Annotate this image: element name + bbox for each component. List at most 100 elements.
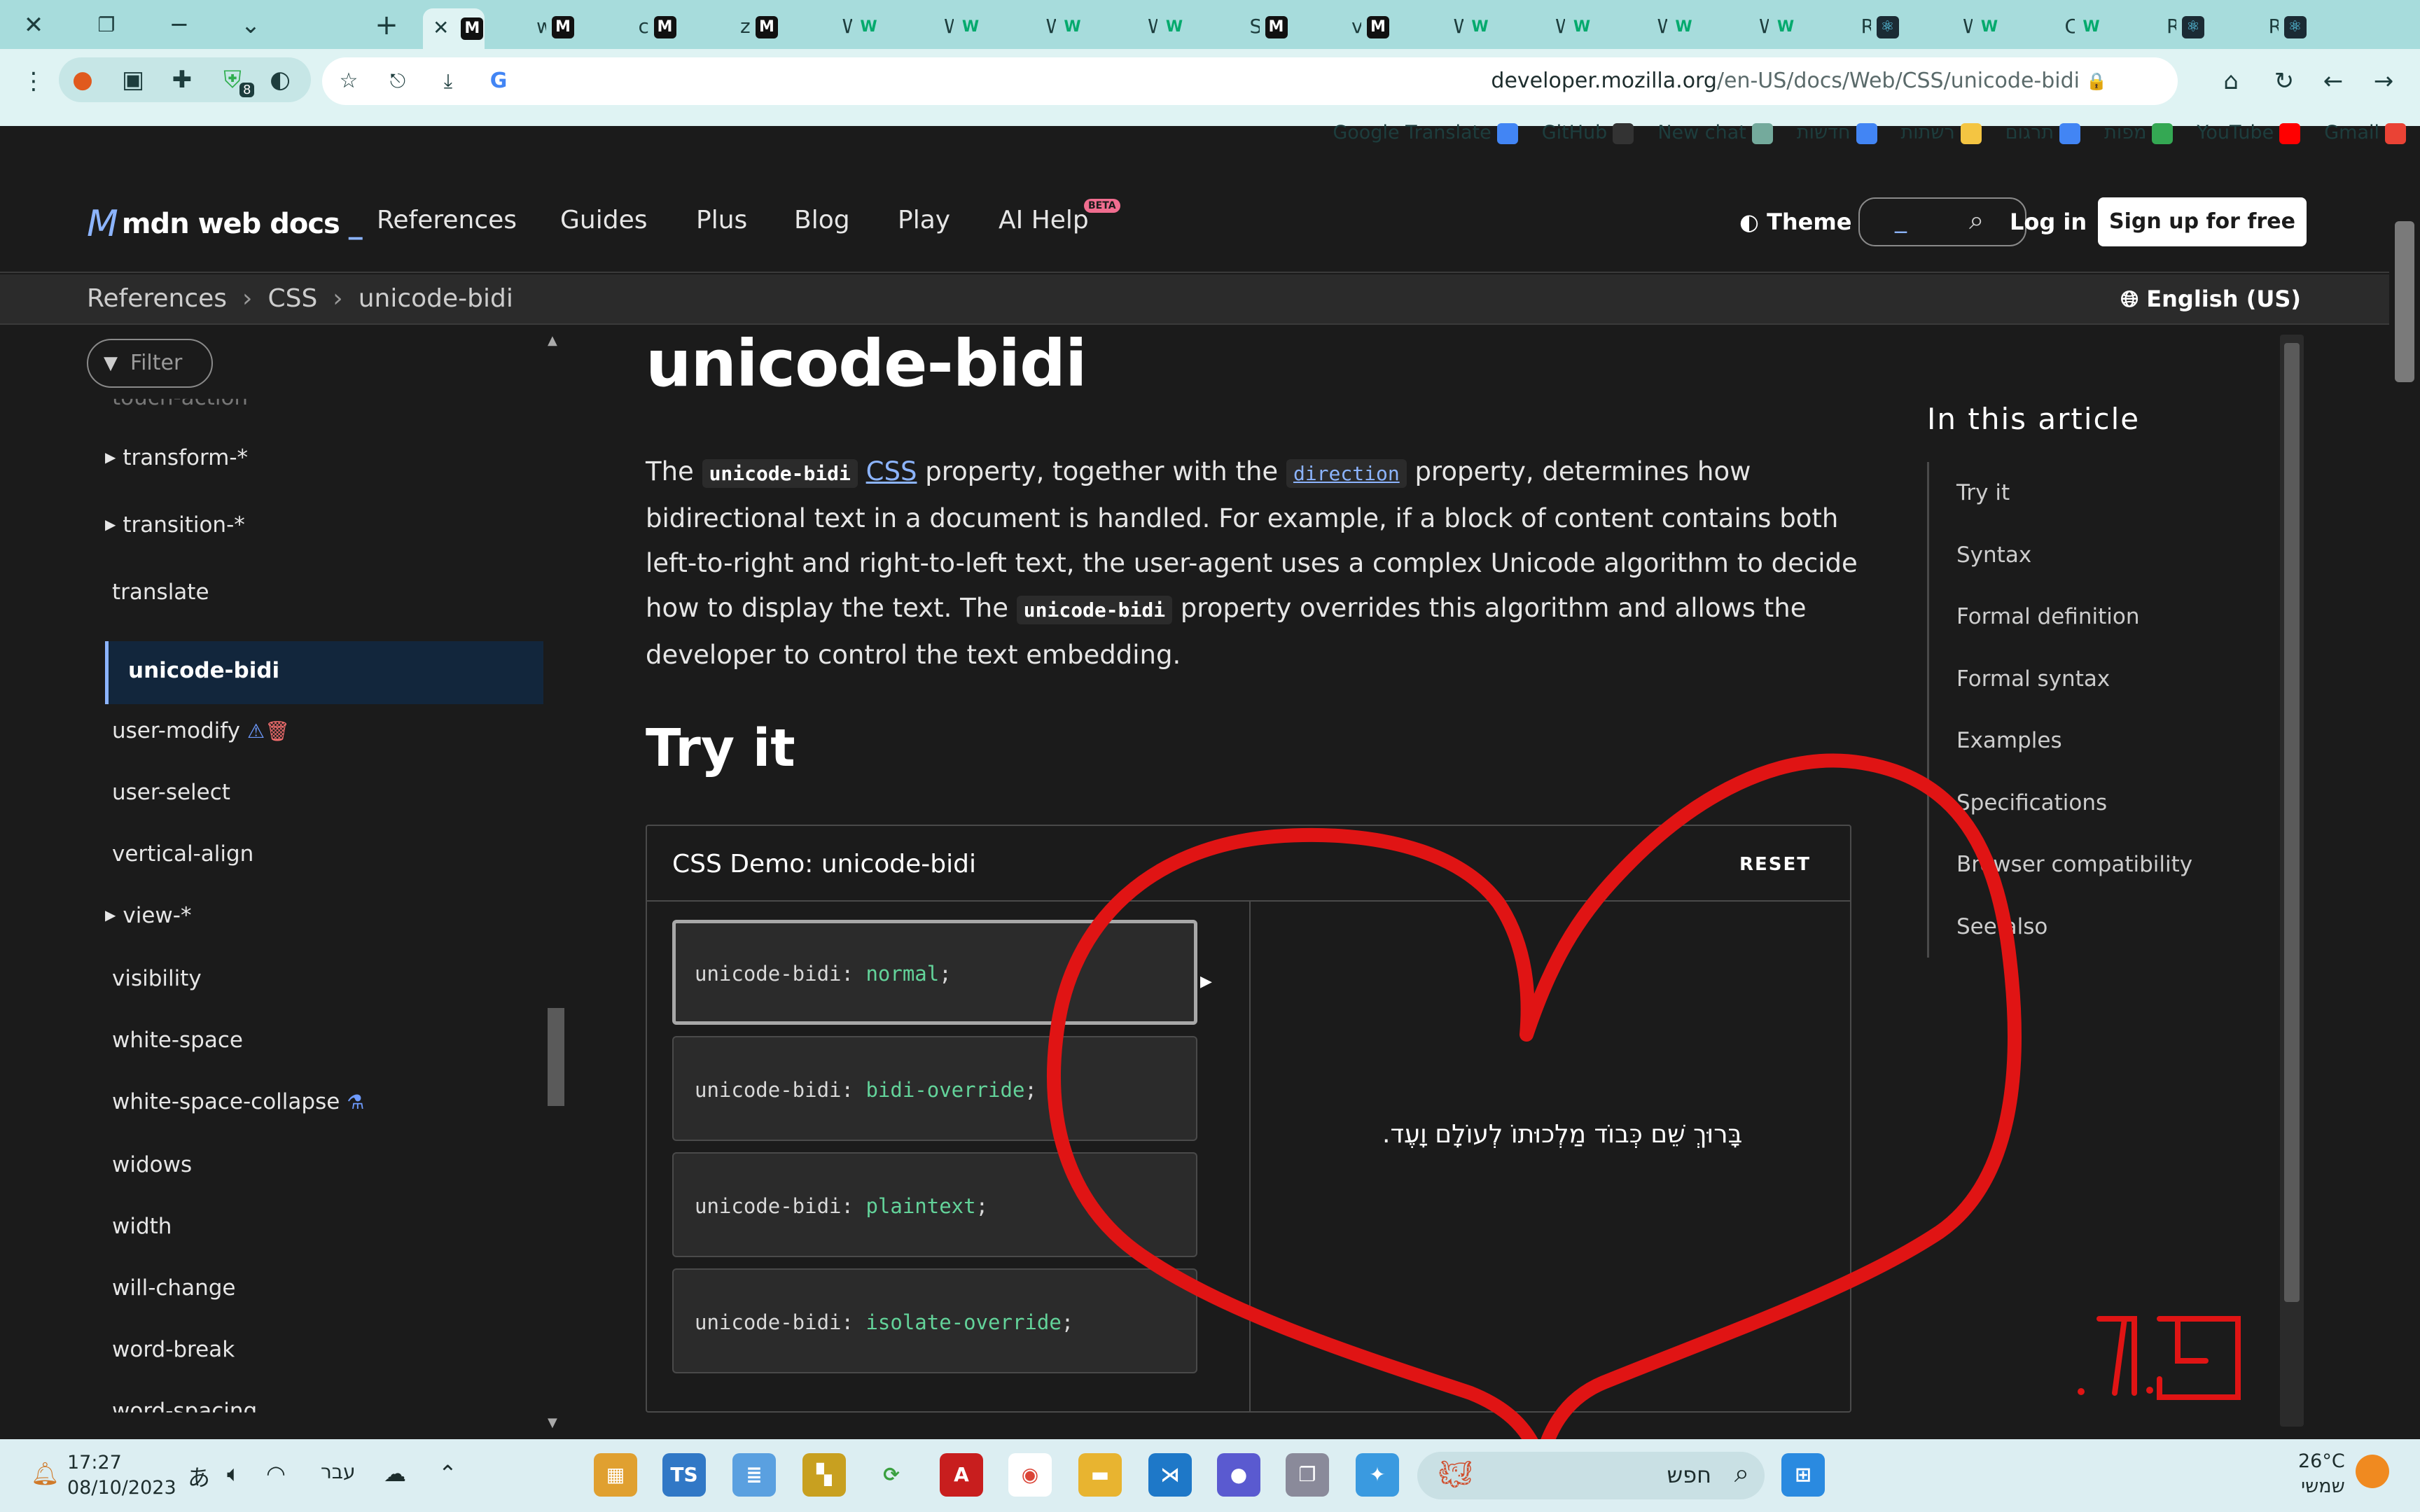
chrome-app-icon[interactable]: ◉ [1008, 1453, 1052, 1497]
search-button[interactable]: _ ⌕ [1858, 197, 2026, 246]
bookmark-item[interactable]: New chat [1657, 122, 1773, 144]
close-window-icon[interactable]: ✕ [14, 6, 53, 45]
sidebar-item-usermodify[interactable]: user-modify ⚠🗑︎ [112, 718, 290, 743]
tab-9[interactable]: Stylir M [1205, 7, 1303, 46]
basketball-extension-icon[interactable]: ● [64, 62, 101, 98]
onedrive-icon[interactable]: ☁ [384, 1460, 406, 1487]
bookmark-item[interactable]: תרגום [2005, 122, 2081, 144]
tab-15[interactable]: Reac ⚛ [1816, 7, 1914, 46]
url-text[interactable]: developer.mozilla.org/en-US/docs/Web/CSS… [1491, 69, 2080, 93]
demo-choice-normal[interactable]: unicode-bidi: normal; [672, 920, 1197, 1025]
restore-icon[interactable]: ❐ [87, 6, 126, 45]
sidebar-item-unicode-bidi[interactable]: unicode-bidi [105, 641, 543, 704]
chameleon-app-icon[interactable]: ⟳ [870, 1453, 913, 1497]
language-switcher[interactable]: 🌐︎ English (US) [2121, 286, 2301, 313]
tab-3[interactable]: cos() M [594, 7, 692, 46]
bookmark-item[interactable]: Gmail [2324, 122, 2406, 144]
tab-12[interactable]: W3S W [1510, 7, 1608, 46]
share-icon[interactable]: ⎋ [380, 63, 416, 99]
clock[interactable]: 17:27 08/10/2023 [67, 1450, 176, 1501]
tab-4[interactable]: zoom M [695, 7, 793, 46]
sidebar-item-transition[interactable]: transition-* [105, 512, 244, 538]
sidebar-item-view[interactable]: view-* [105, 903, 191, 928]
sidebar-item-whitespace[interactable]: white-space [112, 1028, 243, 1053]
back-icon[interactable]: ← [2315, 63, 2351, 99]
tab-2[interactable]: will-c M [492, 7, 590, 46]
toc-item-see-also[interactable]: See also [1956, 914, 2047, 939]
sidebar-item-userselect[interactable]: user-select [112, 780, 230, 805]
weather-widget[interactable]: 26°C שמשי [2298, 1449, 2345, 1499]
acrobat-app-icon[interactable]: A [940, 1453, 983, 1497]
nav-ai-help[interactable]: AI Help [999, 206, 1089, 234]
sidepanel-icon[interactable]: ▣ [115, 62, 151, 98]
reset-button[interactable]: RESET [1739, 854, 1811, 875]
sidebar-item-verticalalign[interactable]: vertical-align [112, 841, 253, 867]
tab-17[interactable]: CSS W [2020, 7, 2118, 46]
tab-10[interactable]: view M [1307, 7, 1405, 46]
toc-item-formal-syntax[interactable]: Formal syntax [1956, 666, 2110, 692]
sidebar-scroll-thumb[interactable] [548, 1008, 564, 1106]
bookmark-item[interactable]: GitHub [1542, 122, 1634, 144]
forward-icon[interactable]: → [2365, 63, 2402, 99]
nav-play[interactable]: Play [898, 206, 950, 234]
sidebar-item-transform[interactable]: transform-* [105, 445, 248, 470]
notification-bell-icon[interactable]: 🔔︎ [31, 1460, 60, 1487]
input-language[interactable]: עבר [321, 1460, 356, 1483]
tab-14[interactable]: W3S W [1714, 7, 1812, 46]
tab-18[interactable]: Reac ⚛ [2122, 7, 2220, 46]
scroll-up-arrow-icon[interactable]: ▲ [548, 333, 557, 348]
breadcrumb-unicode-bidi[interactable]: unicode-bidi [359, 284, 513, 313]
taskbar-search[interactable]: 🐙︎ חפש ⌕ [1417, 1452, 1765, 1499]
reload-icon[interactable]: ↻ [2266, 63, 2302, 99]
new-tab-icon[interactable]: + [367, 6, 406, 45]
tab-13[interactable]: W3S W [1613, 7, 1711, 46]
sidebar-item-cut[interactable]: touch-action [112, 399, 248, 410]
sidebar-item-whitespacecollapse[interactable]: white-space-collapse ⚗ [112, 1089, 364, 1114]
sidebar-item-willchange[interactable]: will-change [112, 1275, 235, 1301]
task-view-icon[interactable]: ❐ [1286, 1453, 1329, 1497]
language-bar-icon[interactable]: あ [188, 1460, 210, 1492]
sidebar-item-wordbreak[interactable]: word-break [112, 1337, 235, 1362]
toc-item-syntax[interactable]: Syntax [1956, 542, 2031, 568]
bookmark-item[interactable]: רשתות [1901, 122, 1982, 144]
menu-dots-icon[interactable]: ⋮ [15, 63, 52, 99]
toc-item-examples[interactable]: Examples [1956, 728, 2062, 753]
windows-start-icon[interactable]: ⊞ [1781, 1453, 1825, 1497]
tab-11[interactable]: W3S W [1409, 7, 1507, 46]
breadcrumb-css[interactable]: CSS [267, 284, 317, 313]
wifi-icon[interactable]: ◠ [266, 1460, 286, 1487]
nav-guides[interactable]: Guides [560, 206, 647, 234]
bookmark-item[interactable]: מפות [2104, 122, 2174, 144]
nav-blog[interactable]: Blog [794, 206, 850, 234]
volume-icon[interactable]: 🔈︎ [227, 1460, 240, 1488]
toc-item-formal-definition[interactable]: Formal definition [1956, 604, 2139, 629]
install-icon[interactable]: ⤓ [430, 63, 466, 99]
dark-mode-extension-icon[interactable]: ◐ [262, 62, 298, 98]
tab-5[interactable]: W3S W [798, 7, 896, 46]
demo-choice-isolate-override[interactable]: unicode-bidi: isolate-override; [672, 1268, 1197, 1373]
mdn-logo[interactable]: Mmdn web docs _ [87, 203, 363, 245]
copilot-app-icon[interactable]: ✦ [1356, 1453, 1399, 1497]
toc-item-browser-compatibility[interactable]: Browser compatibility [1956, 852, 2192, 877]
scroll-down-arrow-icon[interactable]: ▼ [548, 1415, 557, 1430]
sidebar-item-visibility[interactable]: visibility [112, 966, 202, 991]
address-bar[interactable]: ☆ ⎋ ⤓ G developer.mozilla.org/en-US/docs… [322, 57, 2178, 105]
sidebar-item-translate[interactable]: translate [112, 580, 209, 605]
tab-search-chevron-icon[interactable]: ⌄ [231, 6, 270, 45]
tab-8[interactable]: W3S W [1103, 7, 1201, 46]
nav-plus[interactable]: Plus [696, 206, 747, 234]
direction-link[interactable]: direction [1286, 459, 1407, 488]
home-icon[interactable]: ⌂ [2213, 63, 2249, 99]
bookmark-item[interactable]: Google Translate [1333, 122, 1518, 144]
paint-app-icon[interactable]: ▦ [594, 1453, 637, 1497]
google-icon[interactable]: G [480, 63, 517, 99]
toc-item-specifications[interactable]: Specifications [1956, 790, 2107, 816]
page-scroll-thumb[interactable] [2395, 221, 2414, 382]
content-scroll-thumb[interactable] [2284, 343, 2300, 1302]
tab-6[interactable]: W3S W [899, 7, 997, 46]
sidebar-item-width[interactable]: width [112, 1214, 172, 1239]
chat-app-icon[interactable]: ● [1217, 1453, 1260, 1497]
css-link[interactable]: CSS [866, 456, 917, 486]
lock-icon[interactable]: 🔒 [2078, 63, 2115, 99]
theme-button[interactable]: ◐ Theme [1739, 209, 1851, 235]
